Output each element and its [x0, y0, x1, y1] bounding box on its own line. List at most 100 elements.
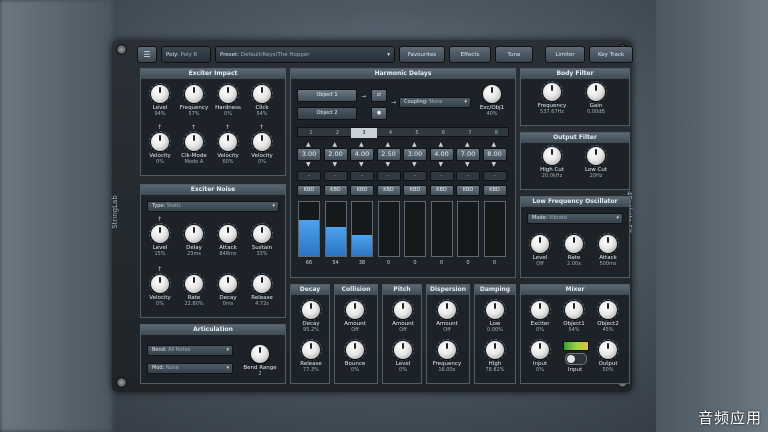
ratio-up-icon[interactable]: ▲: [439, 141, 444, 148]
collision-0-knob[interactable]: [346, 301, 364, 319]
object1-button[interactable]: Object 1: [297, 89, 357, 102]
body-filter-0-knob[interactable]: [543, 83, 561, 101]
ratio-up-icon[interactable]: ▲: [359, 141, 364, 148]
output-filter-0-knob[interactable]: [543, 147, 561, 165]
dispersion-0-knob[interactable]: [438, 301, 456, 319]
kbd-button[interactable]: KBD: [323, 185, 348, 196]
ratio-up-icon[interactable]: ▲: [492, 141, 497, 148]
ratio-down-icon[interactable]: ▼: [439, 161, 444, 168]
delay-tab-1[interactable]: 1: [298, 128, 324, 138]
output-filter-1-knob[interactable]: [587, 147, 605, 165]
kbd-button[interactable]: KBD: [350, 185, 374, 196]
exciter-noise-4-knob[interactable]: [151, 275, 169, 293]
exciter-noise-7-knob[interactable]: [253, 275, 271, 293]
delay-level-bar[interactable]: [377, 201, 400, 257]
delay-tab-4[interactable]: 4: [378, 128, 404, 138]
exciter-noise-5-knob[interactable]: [185, 275, 203, 293]
mixer-3-knob[interactable]: [531, 341, 549, 359]
key-track-button[interactable]: Key Track: [589, 46, 633, 63]
ratio-fine-control[interactable]: –: [323, 171, 348, 181]
ratio-fine-control[interactable]: –: [350, 171, 374, 181]
delay-level-bar[interactable]: [404, 201, 426, 257]
delay-ratio[interactable]: 8.00: [482, 148, 507, 161]
dispersion-1-knob[interactable]: [438, 341, 456, 359]
exciter-impact-6-knob[interactable]: [219, 133, 237, 151]
exciter-noise-0-knob[interactable]: [151, 225, 169, 243]
preset-selector[interactable]: Preset: Default/Keys/The Hopper ▾: [215, 46, 395, 63]
body-filter-1-knob[interactable]: [587, 83, 605, 101]
exciter-impact-7-knob[interactable]: [253, 133, 271, 151]
ratio-fine-control[interactable]: –: [297, 171, 321, 181]
mixer-4-knob[interactable]: [599, 341, 617, 359]
mixer-2-knob[interactable]: [599, 301, 617, 319]
delay-ratio[interactable]: 7.00: [456, 148, 480, 161]
delay-ratio[interactable]: 3.00: [297, 148, 321, 161]
exciter-noise-6-knob[interactable]: [219, 275, 237, 293]
lfo-1-knob[interactable]: [565, 235, 583, 253]
exciter-noise-3-knob[interactable]: [253, 225, 271, 243]
ratio-fine-control[interactable]: –: [429, 171, 454, 181]
ratio-up-icon[interactable]: ▲: [386, 141, 391, 148]
kbd-button[interactable]: KBD: [403, 185, 427, 196]
favourites-button[interactable]: Favourites: [399, 46, 445, 63]
mod-dropdown[interactable]: Mod: None ▾: [147, 363, 233, 374]
delay-tab-6[interactable]: 6: [431, 128, 457, 138]
damping-0-knob[interactable]: [486, 301, 504, 319]
delay-ratio[interactable]: 2.50: [376, 148, 401, 161]
ratio-fine-control[interactable]: –: [403, 171, 427, 181]
bend-range-knob[interactable]: [251, 345, 269, 363]
ratio-up-icon[interactable]: ▲: [333, 141, 338, 148]
coupling-dropdown[interactable]: Coupling: None ▾: [399, 97, 471, 108]
delay-tab-7[interactable]: 7: [457, 128, 483, 138]
exciter-impact-4-knob[interactable]: [151, 133, 169, 151]
kbd-button[interactable]: KBD: [429, 185, 454, 196]
ratio-fine-control[interactable]: –: [376, 171, 401, 181]
damping-1-knob[interactable]: [486, 341, 504, 359]
ratio-up-icon[interactable]: ▲: [412, 141, 417, 148]
delay-level-bar[interactable]: [324, 201, 347, 257]
ratio-fine-control[interactable]: –: [456, 171, 480, 181]
exciter-impact-1-knob[interactable]: [185, 85, 203, 103]
delay-ratio[interactable]: 2.00: [323, 148, 348, 161]
exc-obj1-knob[interactable]: [483, 85, 501, 103]
ratio-down-icon[interactable]: ▼: [465, 161, 470, 168]
exciter-noise-1-knob[interactable]: [185, 225, 203, 243]
pitch-1-knob[interactable]: [394, 341, 412, 359]
mixer-1-knob[interactable]: [565, 301, 583, 319]
ratio-down-icon[interactable]: ▼: [333, 161, 338, 168]
kbd-button[interactable]: KBD: [456, 185, 480, 196]
collision-1-knob[interactable]: [346, 341, 364, 359]
bend-dropdown[interactable]: Bend: All Notes ▾: [147, 345, 233, 356]
limiter-button[interactable]: Limiter: [545, 46, 585, 63]
lfo-0-knob[interactable]: [531, 235, 549, 253]
effects-button[interactable]: Effects: [449, 46, 491, 63]
ratio-down-icon[interactable]: ▼: [359, 161, 364, 168]
delay-level-bar[interactable]: [351, 201, 373, 257]
lfo-mode-dropdown[interactable]: Mode: Vibrato ▾: [527, 213, 623, 224]
swap-icon[interactable]: ⇄: [371, 89, 387, 102]
pitch-0-knob[interactable]: [394, 301, 412, 319]
delay-tab-2[interactable]: 2: [325, 128, 351, 138]
delay-level-bar[interactable]: [430, 201, 453, 257]
delay-ratio[interactable]: 4.00: [429, 148, 454, 161]
delay-tab-3[interactable]: 3: [351, 128, 377, 138]
kbd-button[interactable]: KBD: [482, 185, 507, 196]
ratio-down-icon[interactable]: ▼: [386, 161, 391, 168]
exciter-impact-2-knob[interactable]: [219, 85, 237, 103]
delay-ratio[interactable]: 3.00: [403, 148, 427, 161]
ratio-up-icon[interactable]: ▲: [306, 141, 311, 148]
exciter-noise-2-knob[interactable]: [219, 225, 237, 243]
mixer-0-knob[interactable]: [531, 301, 549, 319]
kbd-button[interactable]: KBD: [297, 185, 321, 196]
object2-button[interactable]: Object 2: [297, 107, 357, 120]
link-icon[interactable]: ●: [371, 107, 387, 120]
ratio-down-icon[interactable]: ▼: [492, 161, 497, 168]
delay-level-bar[interactable]: [298, 201, 320, 257]
tune-button[interactable]: Tune: [495, 46, 533, 63]
delay-tab-8[interactable]: 8: [484, 128, 510, 138]
ratio-down-icon[interactable]: ▼: [306, 161, 311, 168]
ratio-fine-control[interactable]: –: [482, 171, 507, 181]
ratio-down-icon[interactable]: ▼: [412, 161, 417, 168]
delay-tab-5[interactable]: 5: [404, 128, 430, 138]
delay-ratio[interactable]: 4.00: [350, 148, 374, 161]
